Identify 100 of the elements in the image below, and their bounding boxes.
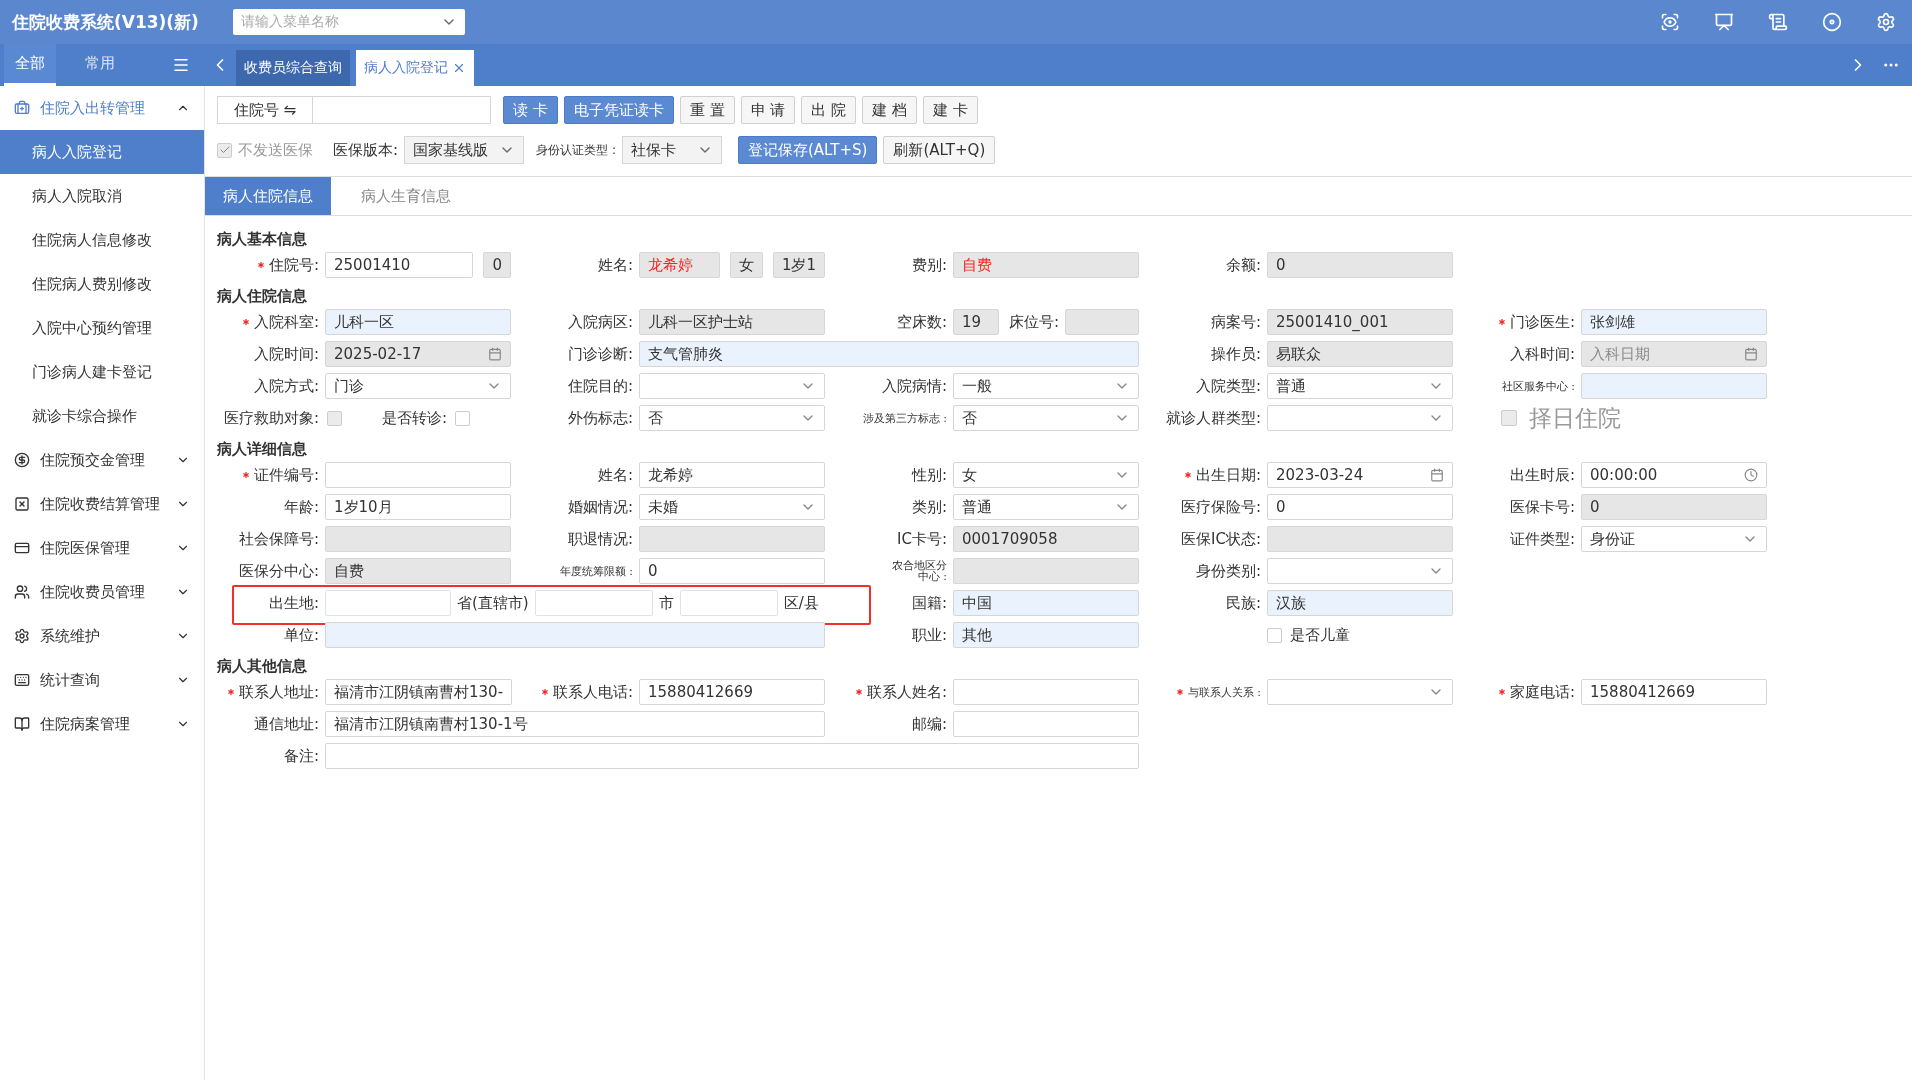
toolbar-button[interactable]: 建 卡 — [922, 96, 978, 124]
input-field[interactable]: 易联众 — [1267, 341, 1453, 367]
close-icon[interactable] — [452, 61, 466, 75]
sidebar-group[interactable]: 住院预交金管理 — [0, 438, 204, 482]
input-field[interactable] — [325, 622, 825, 648]
dropdown[interactable]: 社保卡 — [621, 136, 722, 164]
sub-tab[interactable]: 病人生育信息 — [343, 177, 469, 215]
toolbar-button[interactable]: 建 档 — [862, 96, 917, 124]
sidebar-group[interactable]: 住院医保管理 — [0, 526, 204, 570]
dropdown[interactable]: 门诊 — [325, 373, 511, 399]
input-field[interactable]: 0 — [1267, 494, 1453, 520]
input-field[interactable] — [325, 743, 1139, 769]
dropdown[interactable]: 否 — [953, 405, 1139, 431]
sidebar-group[interactable]: 系统维护 — [0, 614, 204, 658]
menu-icon[interactable] — [172, 56, 190, 74]
input-field[interactable]: 汉族 — [1267, 590, 1453, 616]
required-icon — [1496, 317, 1507, 327]
input-field[interactable]: 0 — [1581, 494, 1767, 520]
toolbar-button[interactable]: 出 院 — [801, 96, 857, 124]
input-field[interactable]: 张剑雄 — [1581, 309, 1767, 335]
sidebar-item[interactable]: 病人入院取消 — [0, 174, 204, 218]
input-field[interactable]: 福清市江阴镇南曹村130- — [325, 679, 513, 705]
sidebar-item[interactable]: 入院中心预约管理 — [0, 306, 204, 350]
time-field[interactable]: 00:00:00 — [1581, 462, 1767, 488]
readonly-field: 0 — [483, 252, 511, 278]
dropdown[interactable]: 一般 — [953, 373, 1139, 399]
sidebar-item[interactable]: 就诊卡综合操作 — [0, 394, 204, 438]
sidebar-item[interactable]: 住院病人信息修改 — [0, 218, 204, 262]
input-field[interactable]: 福清市江阴镇南曹村130-1号 — [325, 711, 825, 737]
dropdown[interactable]: 普通 — [1267, 373, 1453, 399]
input-field[interactable]: 25001410_001 — [1267, 309, 1453, 335]
dropdown[interactable]: 未婚 — [639, 494, 825, 520]
input-field[interactable] — [953, 558, 1139, 584]
input-field[interactable] — [953, 711, 1139, 737]
dropdown[interactable]: 普通 — [953, 494, 1139, 520]
checkbox[interactable] — [455, 410, 471, 426]
sidebar-group[interactable]: 住院收费员管理 — [0, 570, 204, 614]
input-field[interactable] — [325, 526, 511, 552]
dropdown[interactable]: 女 — [953, 462, 1139, 488]
sidebar-group[interactable]: 住院收费结算管理 — [0, 482, 204, 526]
input-field[interactable] — [1267, 526, 1453, 552]
date-field[interactable]: 2023-03-24 — [1267, 462, 1453, 488]
input-field[interactable] — [1065, 309, 1139, 335]
page-tab[interactable]: 收费员综合查询 — [236, 50, 350, 86]
dropdown[interactable]: 国家基线版 — [404, 136, 525, 164]
input-field[interactable] — [679, 590, 778, 616]
section-title: 病人其他信息 — [216, 656, 308, 676]
input-field[interactable]: 0 — [639, 558, 825, 584]
page-tab[interactable]: 病人入院登记 — [356, 50, 474, 86]
input-field[interactable]: 支气管肺炎 — [639, 341, 1139, 367]
input-field[interactable]: 儿科一区 — [325, 309, 511, 335]
input-field[interactable] — [313, 96, 491, 124]
dropdown[interactable] — [1267, 679, 1453, 705]
input-field[interactable]: 龙希婷 — [639, 462, 825, 488]
dropdown[interactable]: 否 — [639, 405, 825, 431]
sidebar-group[interactable]: 住院入出转管理 — [0, 86, 204, 130]
input-field[interactable]: 自费 — [325, 558, 511, 584]
settings-icon[interactable] — [1876, 12, 1896, 32]
field-label: IC卡号: — [897, 531, 947, 547]
sub-tab[interactable]: 病人住院信息 — [205, 177, 331, 215]
presentation-board-icon[interactable] — [1714, 12, 1734, 32]
input-field[interactable]: 19 — [953, 309, 999, 335]
input-field[interactable]: 15880412669 — [1581, 679, 1767, 705]
screen-eye-icon[interactable] — [1660, 12, 1680, 32]
field-label: 入科时间: — [1509, 346, 1575, 362]
sidebar-item[interactable]: 住院病人费别修改 — [0, 262, 204, 306]
input-field[interactable]: 0 — [1267, 252, 1453, 278]
sidebar-item[interactable]: 病人入院登记 — [0, 130, 204, 174]
field-label: 住院号: — [268, 257, 319, 273]
dropdown[interactable] — [1267, 405, 1453, 431]
input-field[interactable]: 25001410 — [325, 252, 474, 278]
input-field[interactable] — [639, 526, 825, 552]
toolbar-button[interactable]: 申 请 — [740, 96, 796, 124]
checkbox[interactable] — [217, 142, 232, 158]
input-field[interactable] — [325, 590, 451, 616]
document-icon[interactable] — [1768, 12, 1788, 32]
input-field[interactable] — [534, 590, 653, 616]
input-field[interactable] — [953, 679, 1139, 705]
input-field[interactable]: 15880412669 — [639, 679, 825, 705]
sidebar-group[interactable]: 统计查询 — [0, 658, 204, 702]
field-label: 医保分中心: — [238, 563, 319, 579]
dropdown[interactable] — [1267, 558, 1453, 584]
nav-tab[interactable]: 全部 — [4, 44, 56, 86]
dropdown[interactable] — [639, 373, 825, 399]
dropdown[interactable]: 身份证 — [1581, 526, 1767, 552]
sidebar-item[interactable]: 门诊病人建卡登记 — [0, 350, 204, 394]
input-field[interactable] — [325, 462, 511, 488]
toolbar-button[interactable]: 重 置 — [679, 96, 735, 124]
input-field[interactable]: 儿科一区护士站 — [639, 309, 825, 335]
id-type-selector[interactable]: 住院号 ⇋ — [217, 96, 313, 124]
input-field[interactable]: 中国 — [953, 590, 1139, 616]
sidebar-group[interactable]: 住院病案管理 — [0, 702, 204, 746]
input-field[interactable] — [1581, 373, 1767, 399]
input-field[interactable]: 其他 — [953, 622, 1139, 648]
disc-icon[interactable] — [1822, 12, 1842, 32]
checkbox[interactable] — [1267, 627, 1282, 643]
date-field[interactable]: 2025-02-17 — [325, 341, 511, 367]
input-field[interactable]: 0001709058 — [953, 526, 1139, 552]
input-field[interactable]: 1岁10月 — [325, 494, 511, 520]
action-button[interactable]: 刷新(ALT+Q) — [883, 136, 996, 164]
